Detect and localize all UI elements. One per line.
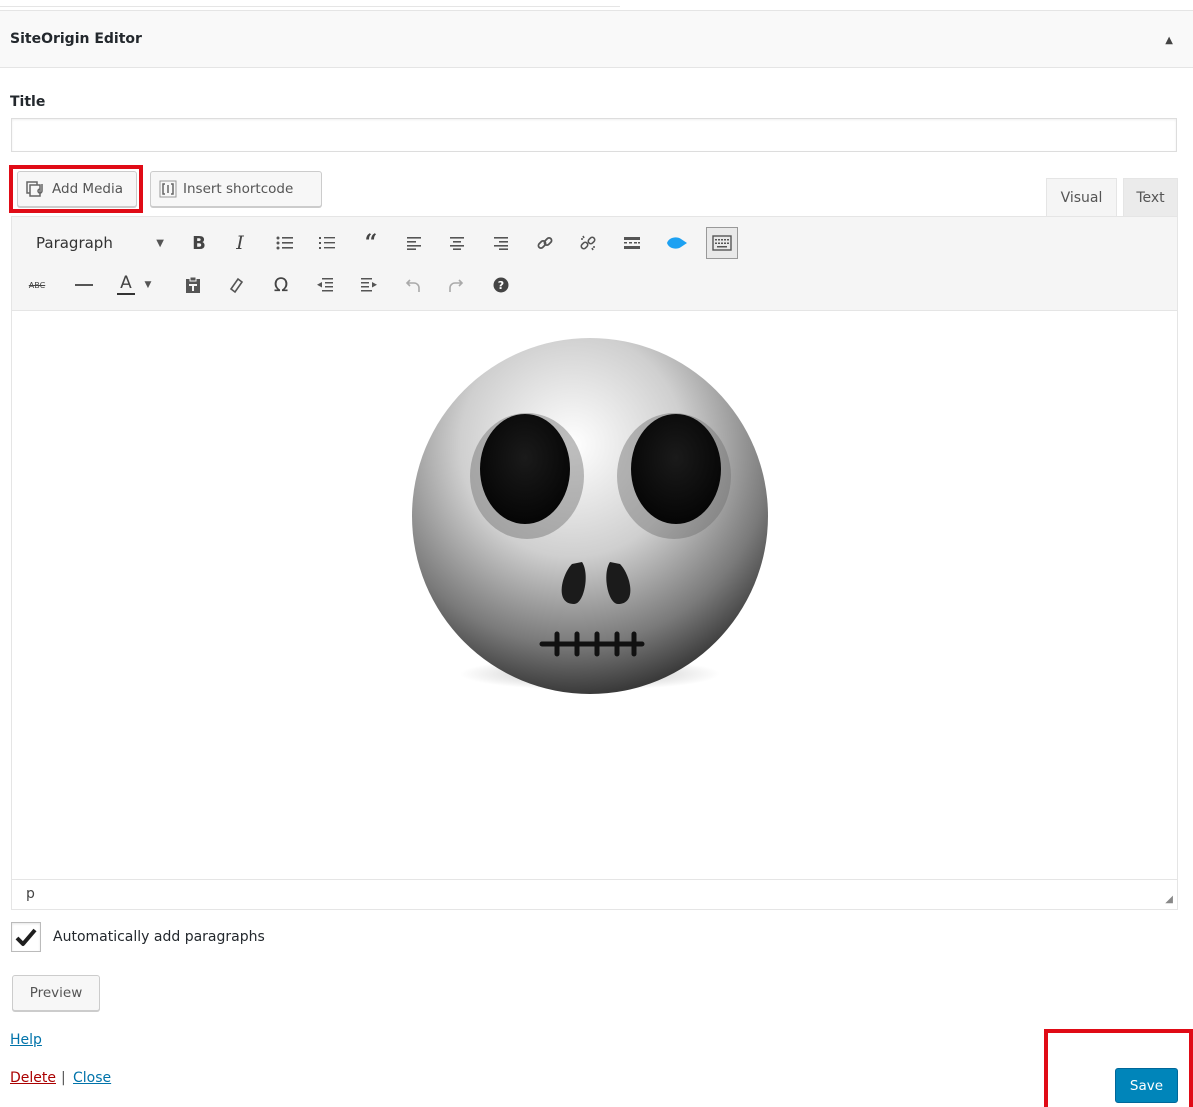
widget-title: SiteOrigin Editor — [10, 31, 142, 47]
bullet-list-icon[interactable] — [270, 228, 300, 258]
extension-icon[interactable] — [662, 228, 692, 258]
redo-icon[interactable] — [441, 270, 471, 300]
top-strip — [0, 0, 620, 7]
delete-link[interactable]: Delete — [10, 1070, 56, 1086]
blockquote-icon[interactable]: “ — [356, 228, 386, 258]
preview-button[interactable]: Preview — [12, 975, 100, 1011]
text-color-icon[interactable]: A — [111, 270, 141, 300]
checkmark-icon — [15, 928, 37, 946]
editor-statusbar: p ◢ — [12, 879, 1177, 909]
help-link[interactable]: Help — [10, 1032, 42, 1048]
editor-content[interactable] — [12, 311, 1177, 879]
link-icon[interactable] — [530, 228, 560, 258]
svg-text:?: ? — [498, 279, 504, 292]
add-media-icon — [26, 181, 43, 197]
auto-paragraphs-option[interactable]: Automatically add paragraphs — [11, 922, 265, 952]
bold-icon[interactable]: B — [184, 228, 214, 258]
outdent-icon[interactable] — [310, 270, 340, 300]
paste-as-text-icon[interactable] — [178, 270, 208, 300]
link-separator: | — [61, 1070, 66, 1086]
close-link[interactable]: Close — [73, 1070, 111, 1086]
insert-shortcode-label: Insert shortcode — [183, 181, 294, 197]
help-icon[interactable]: ? — [486, 270, 516, 300]
tab-text[interactable]: Text — [1123, 178, 1178, 217]
align-right-icon[interactable] — [486, 228, 516, 258]
indent-icon[interactable] — [354, 270, 384, 300]
insert-shortcode-button[interactable]: Insert shortcode — [150, 171, 322, 207]
save-button[interactable]: Save — [1115, 1068, 1178, 1103]
tab-visual[interactable]: Visual — [1046, 178, 1117, 217]
text-color-letter: A — [120, 273, 132, 293]
italic-icon[interactable]: I — [225, 228, 255, 258]
unlink-icon[interactable] — [573, 228, 603, 258]
collapse-toggle-icon[interactable]: ▲ — [1165, 35, 1173, 46]
editor-toolbar: Paragraph ▼ B I “ ABC A ▼ Ω ? — [12, 217, 1177, 311]
element-path[interactable]: p — [26, 886, 35, 902]
format-select[interactable]: Paragraph ▼ — [24, 227, 172, 259]
editor: Paragraph ▼ B I “ ABC A ▼ Ω ? p ◢ — [11, 216, 1178, 910]
align-center-icon[interactable] — [442, 228, 472, 258]
horizontal-line-icon[interactable] — [69, 270, 99, 300]
shortcode-icon — [159, 180, 177, 198]
auto-paragraphs-checkbox[interactable] — [11, 922, 41, 952]
read-more-icon[interactable] — [617, 228, 647, 258]
align-left-icon[interactable] — [399, 228, 429, 258]
format-select-value: Paragraph — [36, 234, 113, 252]
special-character-icon[interactable]: Ω — [266, 270, 296, 300]
skull-emoji-image — [412, 338, 768, 694]
resize-handle-icon[interactable]: ◢ — [1165, 894, 1173, 905]
chevron-down-icon: ▼ — [156, 237, 164, 249]
title-label: Title — [10, 94, 46, 110]
undo-icon[interactable] — [398, 270, 428, 300]
toolbar-toggle-icon[interactable] — [706, 227, 738, 259]
widget-header: SiteOrigin Editor ▲ — [0, 10, 1193, 68]
auto-paragraphs-label: Automatically add paragraphs — [53, 929, 265, 945]
add-media-label: Add Media — [52, 181, 123, 197]
text-color-swatch — [117, 293, 135, 295]
add-media-button[interactable]: Add Media — [17, 171, 137, 207]
clear-formatting-icon[interactable] — [221, 270, 251, 300]
numbered-list-icon[interactable] — [312, 228, 342, 258]
strikethrough-icon[interactable]: ABC — [22, 270, 52, 300]
title-input[interactable] — [11, 118, 1177, 152]
text-color-dropdown-icon[interactable]: ▼ — [140, 270, 156, 300]
